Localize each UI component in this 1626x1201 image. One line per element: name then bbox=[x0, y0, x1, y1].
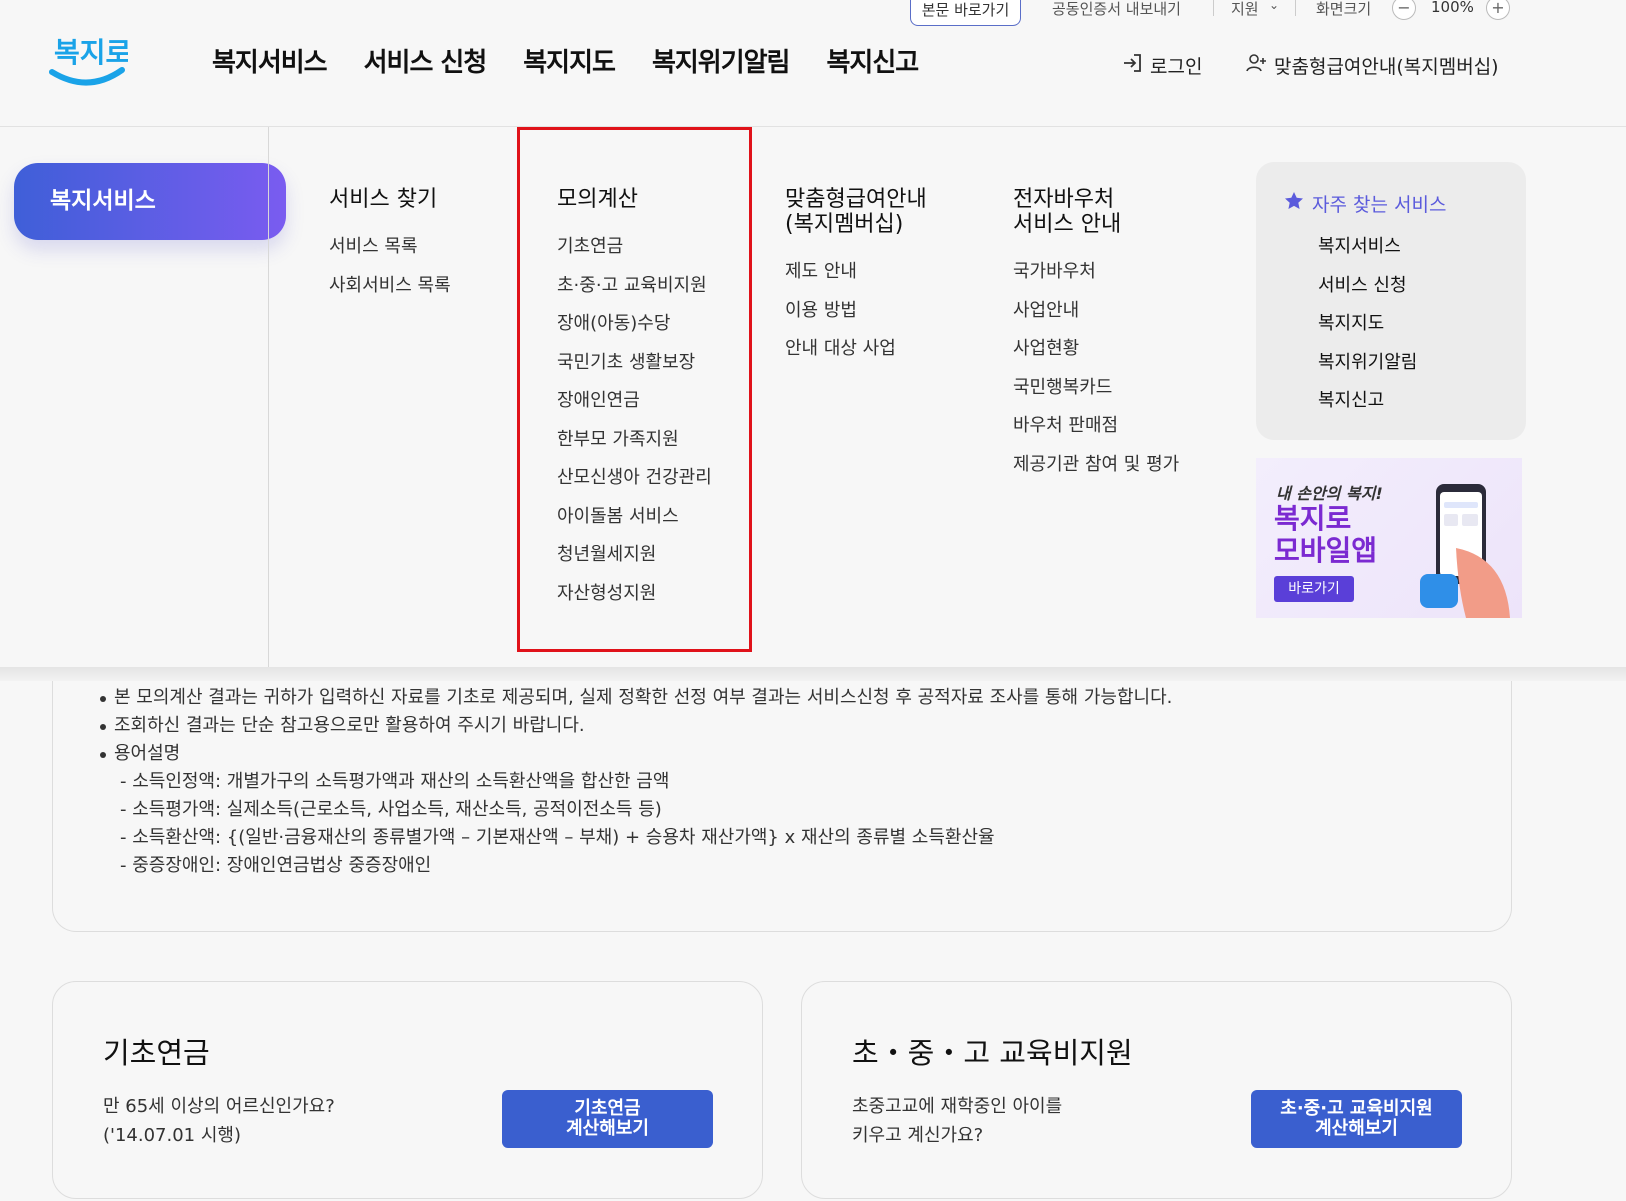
zoom-in-button[interactable]: + bbox=[1486, 0, 1510, 20]
membership-label: 맞춤형급여안내(복지멤버십) bbox=[1274, 56, 1499, 78]
user-plus-icon bbox=[1246, 52, 1268, 79]
menu-shadow bbox=[0, 667, 1626, 681]
education-support-calc-button[interactable]: 초·중·고 교육비지원 계산해보기 bbox=[1251, 1090, 1462, 1148]
active-category-welfare-service[interactable]: 복지서비스 bbox=[14, 163, 286, 240]
banner-go-button[interactable]: 바로가기 bbox=[1274, 576, 1354, 602]
menu-item[interactable]: 국가바우처 bbox=[1013, 257, 1179, 296]
menu-column-service-search: 서비스 찾기 서비스 목록 사회서비스 목록 bbox=[329, 187, 451, 309]
zoom-out-button[interactable]: − bbox=[1392, 0, 1416, 20]
favorite-item[interactable]: 복지신고 bbox=[1318, 386, 1417, 425]
utility-bar: 본문 바로가기 공동인증서 내보내기 지원 ⌄ 화면크기 − 100% + bbox=[0, 0, 1626, 28]
term-definition: - 소득평가액: 실제소득(근로소득, 사업소득, 재산소득, 공적이전소득 등… bbox=[120, 799, 662, 820]
menu-item[interactable]: 제공기관 참여 및 평가 bbox=[1013, 450, 1179, 489]
membership-link[interactable]: 맞춤형급여안내(복지멤버십) bbox=[1246, 52, 1499, 79]
note-bullet: 조회하신 결과는 단순 참고용으로만 활용하여 주시기 바랍니다. bbox=[98, 712, 1172, 740]
column-title: 전자바우처 서비스 안내 bbox=[1013, 187, 1122, 237]
divider bbox=[1213, 0, 1214, 16]
favorite-item[interactable]: 복지지도 bbox=[1318, 309, 1417, 348]
menu-column-membership: 맞춤형급여안내 (복지멤버십) 제도 안내 이용 방법 안내 대상 사업 bbox=[785, 187, 927, 373]
menu-item[interactable]: 기초연금 bbox=[557, 232, 712, 271]
favorite-services-title: 자주 찾는 서비스 bbox=[1284, 190, 1446, 217]
menu-item[interactable]: 자산형성지원 bbox=[557, 579, 712, 618]
menu-item[interactable]: 한부모 가족지원 bbox=[557, 425, 712, 464]
bokjiro-logo[interactable]: 복지로 bbox=[48, 28, 131, 94]
menu-item[interactable]: 초·중·고 교육비지원 bbox=[557, 271, 712, 310]
banner-title: 복지로 모바일앱 bbox=[1274, 502, 1378, 567]
menu-column-mock-calc: 모의계산 기초연금 초·중·고 교육비지원 장애(아동)수당 국민기초 생활보장… bbox=[557, 187, 712, 617]
menu-item[interactable]: 아이돌봄 서비스 bbox=[557, 502, 712, 541]
menu-item[interactable]: 산모신생아 건강관리 bbox=[557, 463, 712, 502]
skip-to-content-button[interactable]: 본문 바로가기 bbox=[910, 0, 1021, 26]
phone-illustration-icon bbox=[1416, 478, 1516, 618]
favorite-item[interactable]: 복지위기알림 bbox=[1318, 348, 1417, 387]
basic-pension-calc-button[interactable]: 기초연금 계산해보기 bbox=[502, 1090, 713, 1148]
star-icon bbox=[1284, 191, 1304, 216]
zoom-value: 100% bbox=[1431, 0, 1474, 16]
term-definition: - 중증장애인: 장애인연금법상 중증장애인 bbox=[120, 855, 432, 876]
menu-item[interactable]: 제도 안내 bbox=[785, 257, 927, 296]
svg-text:복지로: 복지로 bbox=[54, 36, 128, 69]
menu-item[interactable]: 국민행복카드 bbox=[1013, 373, 1179, 412]
login-label: 로그인 bbox=[1150, 56, 1203, 78]
nav-service-apply[interactable]: 서비스 신청 bbox=[364, 42, 488, 79]
menu-column-voucher: 전자바우처 서비스 안내 국가바우처 사업안내 사업현황 국민행복카드 바우처 판… bbox=[1013, 187, 1179, 488]
menu-item[interactable]: 서비스 목록 bbox=[329, 232, 451, 271]
banner-tagline: 내 손안의 복지! bbox=[1276, 484, 1383, 503]
column-title: 맞춤형급여안내 (복지멤버십) bbox=[785, 187, 927, 237]
mega-menu: 복지서비스 서비스 찾기 서비스 목록 사회서비스 목록 모의계산 기초연금 초… bbox=[0, 127, 1626, 667]
menu-item[interactable]: 이용 방법 bbox=[785, 296, 927, 335]
nav-welfare-crisis[interactable]: 복지위기알림 bbox=[652, 42, 791, 79]
menu-item[interactable]: 국민기초 생활보장 bbox=[557, 348, 712, 387]
chevron-down-icon: ⌄ bbox=[1269, 0, 1280, 12]
card-title: 기초연금 bbox=[103, 1036, 210, 1070]
card-title: 초・중・고 교육비지원 bbox=[852, 1036, 1133, 1070]
divider bbox=[1295, 0, 1296, 16]
card-description: 초중고교에 재학중인 아이를 키우고 계신가요? bbox=[852, 1096, 1063, 1146]
nav-welfare-service[interactable]: 복지서비스 bbox=[212, 42, 328, 79]
mobile-app-banner[interactable]: 내 손안의 복지! 복지로 모바일앱 바로가기 bbox=[1256, 458, 1522, 618]
divider bbox=[268, 127, 269, 667]
education-support-card: 초・중・고 교육비지원 초중고교에 재학중인 아이를 키우고 계신가요? 초·중… bbox=[801, 981, 1512, 1199]
nav-welfare-map[interactable]: 복지지도 bbox=[523, 42, 616, 79]
menu-item[interactable]: 장애인연금 bbox=[557, 386, 712, 425]
column-title: 모의계산 bbox=[557, 187, 638, 212]
cert-export-link[interactable]: 공동인증서 내보내기 bbox=[1052, 0, 1181, 19]
support-dropdown[interactable]: 지원 bbox=[1231, 0, 1259, 19]
login-icon bbox=[1122, 52, 1144, 79]
favorite-services-panel: 자주 찾는 서비스 복지서비스 서비스 신청 복지지도 복지위기알림 복지신고 bbox=[1256, 162, 1526, 440]
menu-item[interactable]: 청년월세지원 bbox=[557, 540, 712, 579]
menu-item[interactable]: 장애(아동)수당 bbox=[557, 309, 712, 348]
menu-item[interactable]: 사회서비스 목록 bbox=[329, 271, 451, 310]
column-title: 서비스 찾기 bbox=[329, 187, 438, 212]
nav-welfare-report[interactable]: 복지신고 bbox=[826, 42, 919, 79]
main-nav: 복지서비스 서비스 신청 복지지도 복지위기알림 복지신고 bbox=[212, 42, 919, 79]
menu-item[interactable]: 안내 대상 사업 bbox=[785, 334, 927, 373]
notes-list: 본 모의계산 결과는 귀하가 입력하신 자료를 기초로 제공되며, 실제 정확한… bbox=[98, 684, 1172, 880]
basic-pension-card: 기초연금 만 65세 이상의 어르신인가요? ('14.07.01 시행) 기초… bbox=[52, 981, 763, 1199]
note-bullet: 용어설명 bbox=[98, 740, 1172, 768]
favorite-item[interactable]: 복지서비스 bbox=[1318, 232, 1417, 271]
term-definition: - 소득인정액: 개별가구의 소득평가액과 재산의 소득환산액을 합산한 금액 bbox=[120, 771, 670, 792]
note-bullet: 본 모의계산 결과는 귀하가 입력하신 자료를 기초로 제공되며, 실제 정확한… bbox=[98, 684, 1172, 712]
zoom-label: 화면크기 bbox=[1316, 0, 1372, 18]
menu-item[interactable]: 사업현황 bbox=[1013, 334, 1179, 373]
term-definition: - 소득환산액: {(일반·금융재산의 종류별가액 – 기본재산액 – 부채) … bbox=[120, 827, 995, 848]
login-link[interactable]: 로그인 bbox=[1122, 52, 1202, 79]
favorite-item[interactable]: 서비스 신청 bbox=[1318, 271, 1417, 310]
card-description: 만 65세 이상의 어르신인가요? ('14.07.01 시행) bbox=[103, 1096, 335, 1146]
menu-item[interactable]: 바우처 판매점 bbox=[1013, 411, 1179, 450]
menu-item[interactable]: 사업안내 bbox=[1013, 296, 1179, 335]
